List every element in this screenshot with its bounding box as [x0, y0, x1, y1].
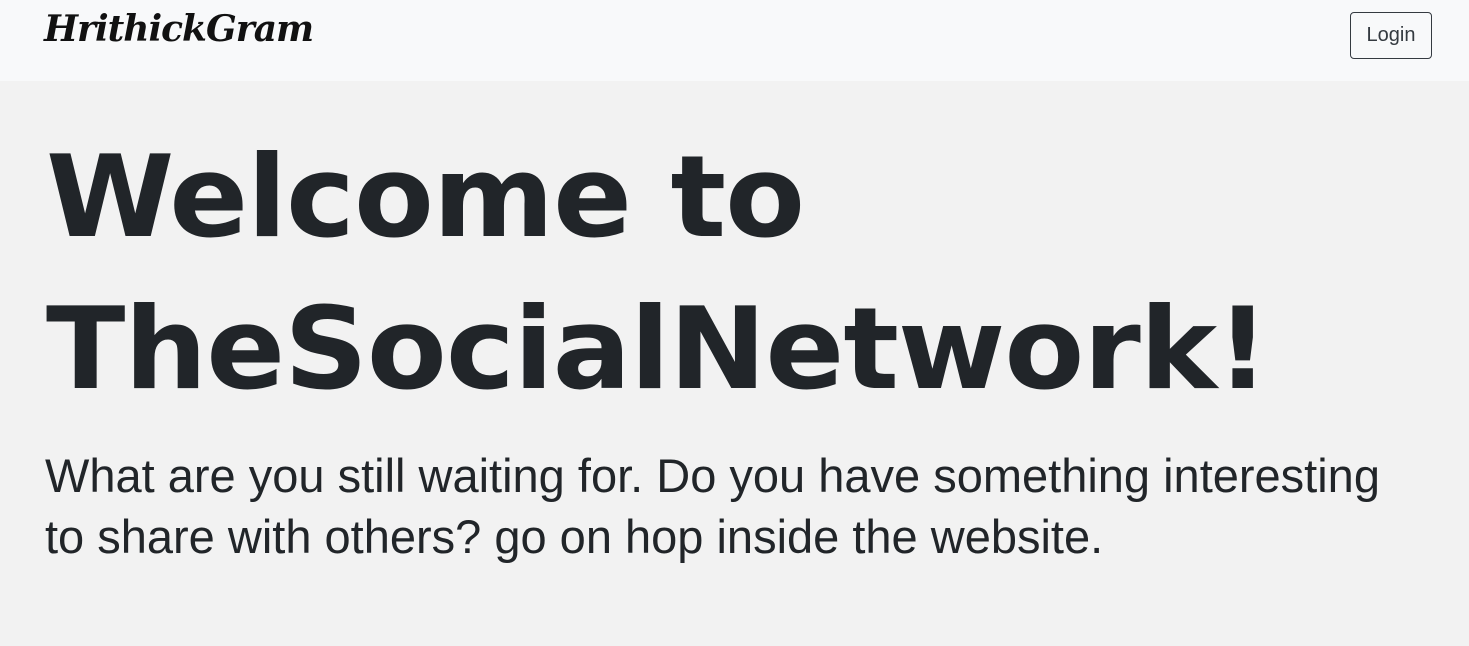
- hero-section: Welcome to TheSocialNetwork! What are yo…: [0, 81, 1469, 646]
- brand-logo[interactable]: HrithickGram: [44, 8, 314, 50]
- hero-lead-text: What are you still waiting for. Do you h…: [45, 449, 1380, 563]
- hero-title: Welcome to TheSocialNetwork!: [46, 121, 1469, 425]
- hero-title-line-2: TheSocialNetwork!: [46, 283, 1269, 415]
- hero-title-line-1: Welcome to: [46, 131, 805, 263]
- login-button[interactable]: Login: [1350, 12, 1432, 59]
- top-navbar: HrithickGram Login: [0, 0, 1469, 81]
